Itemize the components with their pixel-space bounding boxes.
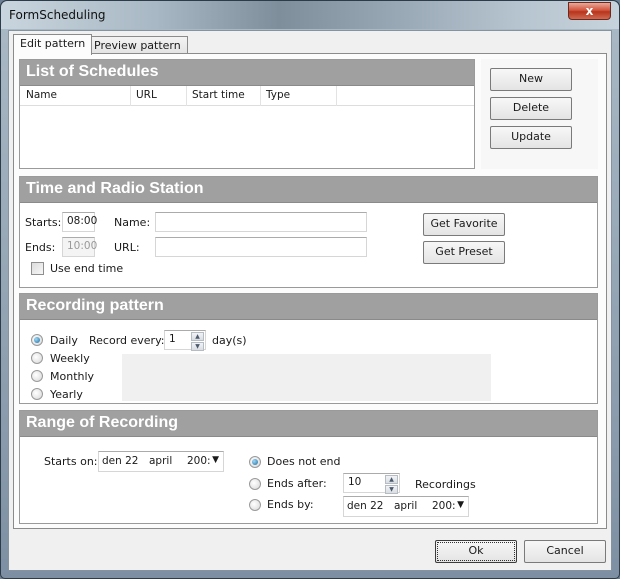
get-favorite-button[interactable]: Get Favorite [423,213,505,236]
ends-by-radio[interactable] [249,499,261,511]
starts-on-year: 200: [187,455,211,467]
weekly-radio[interactable] [31,352,43,364]
range-of-recording-header: Range of Recording [20,411,597,437]
starts-label: Starts: [25,216,62,229]
window-title: FormScheduling [9,8,106,22]
time-radio-station-group: Time and Radio Station Starts: 08:00 End… [19,176,598,288]
use-end-time-checkbox[interactable] [31,262,44,275]
monthly-label[interactable]: Monthly [50,370,94,383]
starts-time-input[interactable]: 08:00 [62,212,97,232]
record-every-spinner[interactable]: ▲ ▼ [191,331,204,351]
column-header-type[interactable]: Type [266,89,290,101]
schedules-listview[interactable]: Name URL Start time Type [20,86,474,168]
weekly-label[interactable]: Weekly [50,352,90,365]
recording-pattern-group: Recording pattern Daily Weekly Monthly Y… [19,293,598,404]
update-button[interactable]: Update [490,126,572,149]
edit-pattern-panel: List of Schedules Name URL Start time Ty… [13,53,607,529]
ends-after-radio[interactable] [249,478,261,490]
recording-pattern-header: Recording pattern [20,294,597,320]
tab-edit-pattern[interactable]: Edit pattern [13,34,93,55]
column-separator [336,86,337,106]
column-header-start-time[interactable]: Start time [192,89,245,101]
column-separator [260,86,261,106]
time-radio-station-header: Time and Radio Station [20,177,597,203]
starts-on-day: den 22 [102,455,139,467]
yearly-label[interactable]: Yearly [50,388,83,401]
ends-by-month: april [394,500,418,512]
starts-on-datepicker[interactable]: den 22 april 200: ▼ [98,451,224,472]
dropdown-arrow-icon[interactable]: ▼ [212,455,219,465]
list-of-schedules-group: List of Schedules Name URL Start time Ty… [19,59,475,169]
new-button[interactable]: New [490,68,572,91]
daily-label[interactable]: Daily [50,334,78,347]
monthly-radio[interactable] [31,370,43,382]
column-header-url[interactable]: URL [136,89,157,101]
ends-after-stepper[interactable]: 10 ▲ ▼ [343,473,400,494]
form-scheduling-window: FormScheduling x Edit pattern Preview pa… [0,0,620,579]
close-icon: x [585,4,594,18]
name-label: Name: [114,216,151,229]
spin-down-icon[interactable]: ▼ [385,485,398,494]
tab-preview-pattern[interactable]: Preview pattern [87,36,188,54]
ends-by-datepicker[interactable]: den 22 april 200: ▼ [343,496,469,517]
ends-after-spinner[interactable]: ▲ ▼ [385,474,398,494]
pattern-options-area [122,354,491,401]
column-separator [186,86,187,106]
delete-button[interactable]: Delete [490,97,572,120]
starts-on-label: Starts on: [44,455,98,468]
ends-time-input[interactable]: 10:00 [62,237,97,257]
record-every-stepper[interactable]: 1 ▲ ▼ [164,330,206,351]
spin-up-icon[interactable]: ▲ [385,475,398,484]
use-end-time-label[interactable]: Use end time [50,262,123,275]
ends-by-day: den 22 [347,500,384,512]
ok-button[interactable]: Ok [435,540,517,563]
title-bar[interactable]: FormScheduling x [1,1,619,29]
record-every-label: Record every: [89,334,165,347]
url-label: URL: [114,241,140,254]
spin-up-icon[interactable]: ▲ [191,332,204,341]
does-not-end-radio[interactable] [249,456,261,468]
ends-after-label[interactable]: Ends after: [267,477,327,490]
cancel-button[interactable]: Cancel [524,540,606,563]
column-separator [130,86,131,106]
ends-label: Ends: [25,241,56,254]
dropdown-arrow-icon[interactable]: ▼ [457,500,464,510]
recordings-label: Recordings [415,478,476,491]
range-of-recording-group: Range of Recording Starts on: den 22 apr… [19,410,598,524]
ends-by-label[interactable]: Ends by: [267,498,314,511]
yearly-radio[interactable] [31,388,43,400]
close-button[interactable]: x [568,2,611,20]
ends-after-value: 10 [348,476,362,488]
spin-down-icon[interactable]: ▼ [191,342,204,351]
does-not-end-label[interactable]: Does not end [267,455,340,468]
listview-header: Name URL Start time Type [20,86,474,106]
url-input[interactable] [155,237,367,257]
get-preset-button[interactable]: Get Preset [423,241,505,264]
ends-by-year: 200: [432,500,456,512]
client-area: Edit pattern Preview pattern List of Sch… [8,30,612,571]
daily-radio[interactable] [31,334,43,346]
record-every-value: 1 [169,333,176,345]
name-input[interactable] [155,212,367,232]
schedule-actions-panel: New Delete Update [481,59,598,169]
starts-on-month: april [149,455,173,467]
column-header-name[interactable]: Name [26,89,57,101]
day-unit-label: day(s) [212,334,247,347]
list-of-schedules-header: List of Schedules [20,60,474,86]
